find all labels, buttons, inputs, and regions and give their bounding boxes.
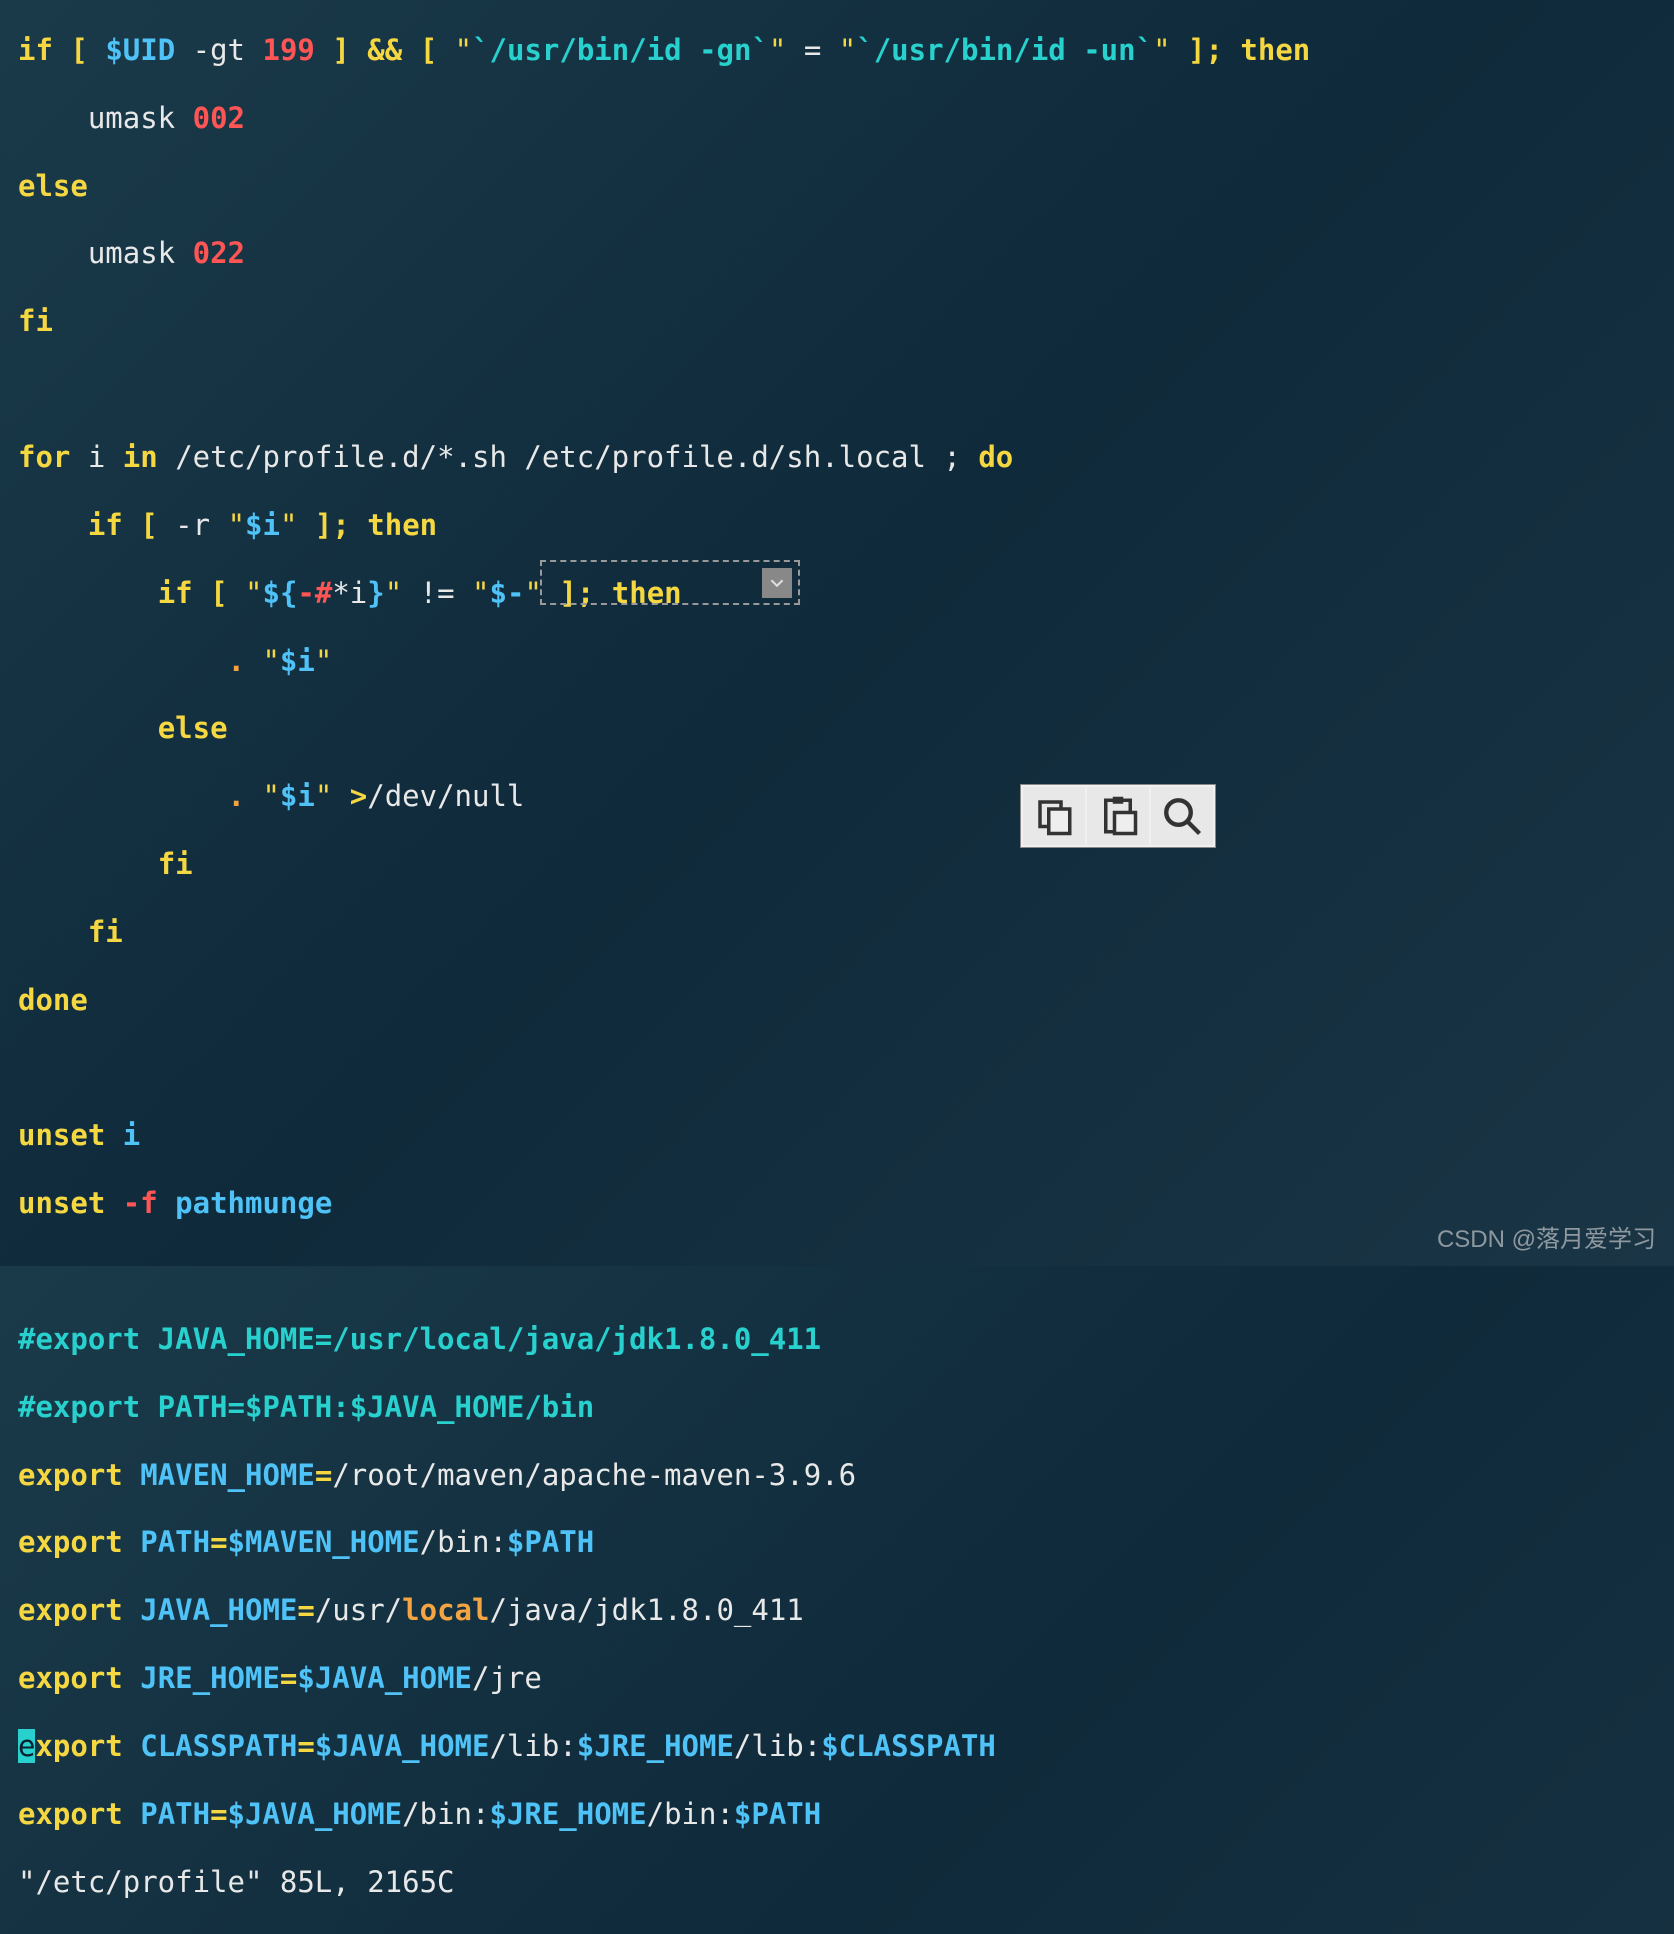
code-line: umask 002 xyxy=(18,102,1656,136)
code-line: for i in /etc/profile.d/*.sh /etc/profil… xyxy=(18,441,1656,475)
floating-toolbar xyxy=(1020,784,1216,848)
code-line: export PATH=$MAVEN_HOME/bin:$PATH xyxy=(18,1526,1656,1560)
cursor: e xyxy=(18,1729,35,1763)
paste-button[interactable] xyxy=(1087,787,1149,845)
ime-dropdown[interactable] xyxy=(540,560,800,605)
code-line: export PATH=$JAVA_HOME/bin:$JRE_HOME/bin… xyxy=(18,1798,1656,1832)
code-line: . "$i" >/dev/null xyxy=(18,780,1656,814)
code-line: if [ -r "$i" ]; then xyxy=(18,509,1656,543)
copy-button[interactable] xyxy=(1023,787,1085,845)
code-line: umask 022 xyxy=(18,237,1656,271)
search-button[interactable] xyxy=(1151,787,1213,845)
chevron-down-icon[interactable] xyxy=(762,568,792,598)
code-line: #export PATH=$PATH:$JAVA_HOME/bin xyxy=(18,1391,1656,1425)
code-line xyxy=(18,373,1656,407)
code-line: else xyxy=(18,712,1656,746)
paste-icon xyxy=(1097,795,1139,837)
code-line: if [ $UID -gt 199 ] && [ "`/usr/bin/id -… xyxy=(18,34,1656,68)
code-line: . "$i" xyxy=(18,645,1656,679)
editor-content[interactable]: if [ $UID -gt 199 ] && [ "`/usr/bin/id -… xyxy=(18,0,1656,1934)
code-line: done xyxy=(18,984,1656,1018)
code-line: export JAVA_HOME=/usr/local/java/jdk1.8.… xyxy=(18,1594,1656,1628)
code-line: fi xyxy=(18,305,1656,339)
code-line xyxy=(18,1052,1656,1086)
search-icon xyxy=(1161,795,1203,837)
code-line: if [ "${-#*i}" != "$-" ]; then xyxy=(18,577,1656,611)
copy-icon xyxy=(1033,795,1075,837)
watermark: CSDN @落月爱学习 xyxy=(1437,1226,1656,1254)
code-line: #export JAVA_HOME=/usr/local/java/jdk1.8… xyxy=(18,1323,1656,1357)
code-line: export MAVEN_HOME=/root/maven/apache-mav… xyxy=(18,1459,1656,1493)
code-line: else xyxy=(18,170,1656,204)
code-line xyxy=(18,1255,1656,1289)
code-line: export CLASSPATH=$JAVA_HOME/lib:$JRE_HOM… xyxy=(18,1730,1656,1764)
status-line: "/etc/profile" 85L, 2165C xyxy=(18,1866,1656,1900)
code-line: export JRE_HOME=$JAVA_HOME/jre xyxy=(18,1662,1656,1696)
code-line: fi xyxy=(18,916,1656,950)
code-line: unset i xyxy=(18,1119,1656,1153)
code-line: fi xyxy=(18,848,1656,882)
code-line: unset -f pathmunge xyxy=(18,1187,1656,1221)
